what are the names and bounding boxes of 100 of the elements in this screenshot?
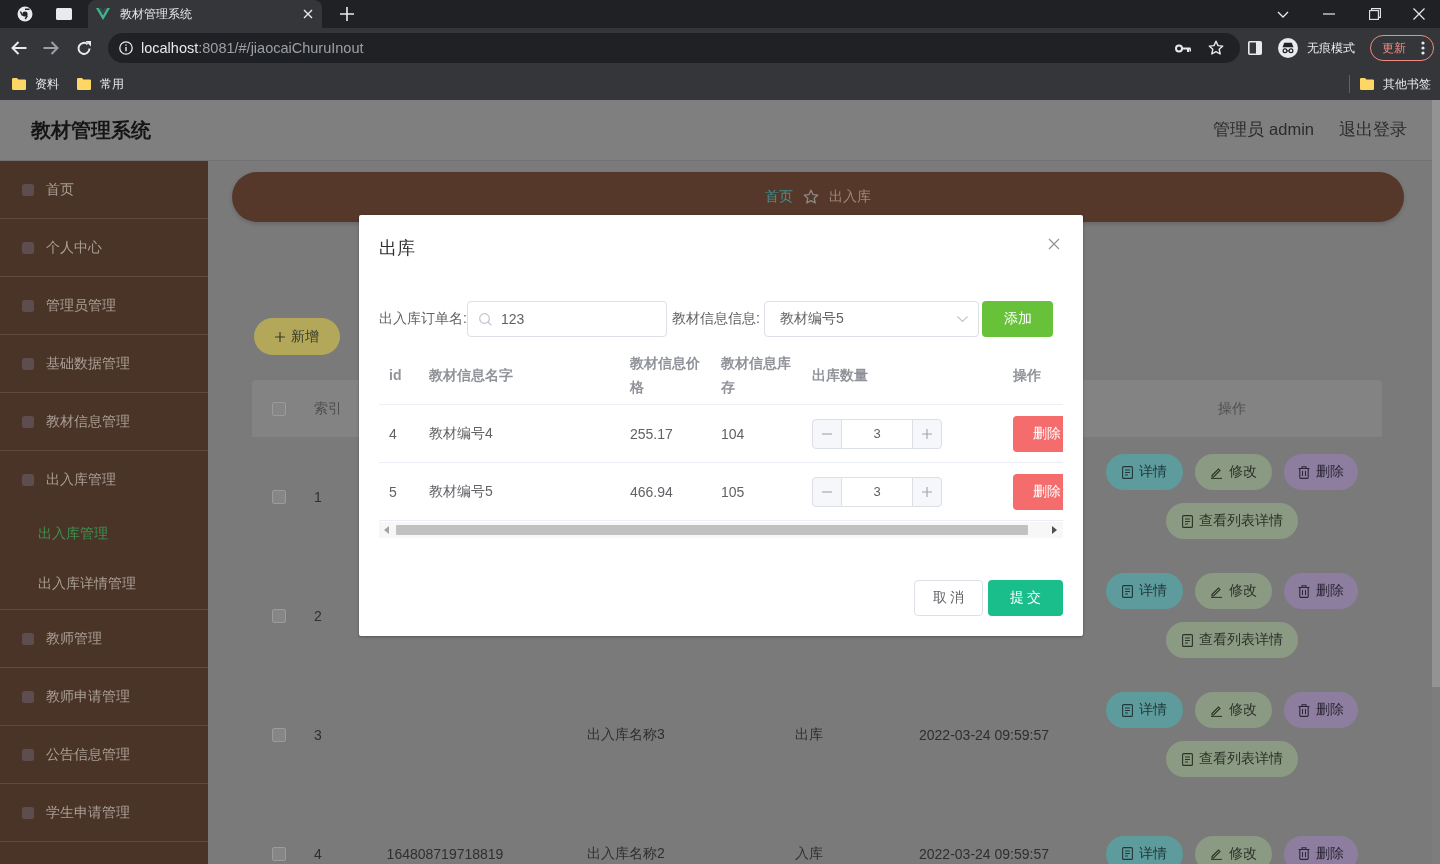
- edit-button[interactable]: 修改: [1195, 692, 1272, 728]
- trash-icon: [1298, 465, 1310, 479]
- details-button[interactable]: 详情: [1106, 692, 1183, 728]
- submit-button[interactable]: 提 交: [988, 580, 1063, 616]
- order-name-field[interactable]: 123: [467, 301, 667, 337]
- reload-icon[interactable]: [76, 40, 92, 56]
- checkbox[interactable]: [272, 608, 286, 623]
- pencil-icon: [1210, 847, 1223, 860]
- square-icon: [22, 806, 34, 819]
- minus-icon: [822, 432, 832, 435]
- document-icon: [1181, 633, 1193, 647]
- submenu-item[interactable]: 出入库详情管理: [0, 559, 208, 609]
- bookmark-folder[interactable]: 常用: [77, 75, 124, 93]
- checkbox[interactable]: [272, 401, 286, 416]
- plus-icon[interactable]: [340, 7, 354, 21]
- v-logo-icon: [96, 8, 110, 20]
- back-arrow-icon[interactable]: [11, 41, 27, 55]
- form-label: 出入库订单名:: [379, 310, 467, 328]
- document-icon: [1181, 514, 1193, 528]
- search-icon: [479, 312, 492, 326]
- table-cell: 出入库名称2: [587, 844, 665, 863]
- table-cell: 466.94: [630, 483, 673, 500]
- side-panel-icon[interactable]: [1248, 41, 1262, 55]
- document-icon: [1181, 752, 1193, 766]
- add-button[interactable]: 新增: [254, 318, 340, 355]
- delete-button[interactable]: 删除: [1284, 692, 1358, 728]
- triangle-left-icon[interactable]: [384, 526, 389, 534]
- square-icon: [22, 748, 34, 761]
- column-heading: 教材信息价格: [630, 353, 701, 397]
- edit-button[interactable]: 修改: [1195, 454, 1272, 490]
- table-cell: 2022-03-24 09:59:57: [919, 726, 1049, 743]
- increment-button[interactable]: [912, 418, 942, 449]
- page-scrollbar[interactable]: [1432, 100, 1440, 864]
- scrollbar-thumb[interactable]: [1432, 100, 1440, 687]
- details-button[interactable]: 详情: [1106, 573, 1183, 609]
- chevron-down-icon[interactable]: [1277, 10, 1289, 18]
- submenu-item[interactable]: 出入库管理: [0, 509, 208, 559]
- bookmark-folder[interactable]: 资料: [12, 75, 59, 93]
- horizontal-scrollbar[interactable]: [379, 522, 1063, 538]
- document-icon: [1122, 847, 1133, 860]
- square-icon: [22, 183, 34, 196]
- column-heading: 操作: [1013, 365, 1041, 385]
- table-cell: 1: [314, 488, 322, 505]
- column-heading: 教材信息库存: [721, 353, 792, 397]
- delete-button[interactable]: 删除: [1284, 573, 1358, 609]
- table-cell: 4: [389, 425, 397, 442]
- table-cell: 3: [314, 726, 322, 743]
- app-title: 教材管理系统: [31, 117, 151, 143]
- cancel-button[interactable]: 取 消: [914, 580, 983, 616]
- browser-tab[interactable]: 教材管理系统: [88, 0, 322, 28]
- key-icon[interactable]: [1175, 43, 1191, 53]
- decrement-button[interactable]: [812, 476, 842, 507]
- address-bar[interactable]: localhost:8081/#/jiaocaiChuruInout: [108, 33, 1240, 63]
- square-icon: [22, 632, 34, 645]
- folder-icon: [77, 78, 91, 90]
- table-cell: 出库: [795, 725, 823, 744]
- circle-icon[interactable]: [17, 6, 33, 22]
- folder-icon: [1360, 78, 1374, 90]
- logout-link[interactable]: 退出登录: [1339, 119, 1407, 141]
- scrollbar-thumb[interactable]: [396, 525, 1028, 535]
- sidebar-item[interactable]: 出入库管理: [0, 451, 208, 509]
- document-icon: [1122, 703, 1133, 717]
- star-icon[interactable]: [1208, 40, 1224, 56]
- trash-icon: [1298, 847, 1310, 860]
- edit-button[interactable]: 修改: [1195, 835, 1272, 864]
- forward-arrow-icon[interactable]: [43, 41, 59, 55]
- increment-button[interactable]: [912, 476, 942, 507]
- delete-button[interactable]: 删除: [1013, 473, 1063, 510]
- details-button[interactable]: 详情: [1106, 835, 1183, 864]
- decrement-button[interactable]: [812, 418, 842, 449]
- table-cell: 教材编号5: [429, 483, 493, 499]
- breadcrumb-link[interactable]: 首页: [765, 188, 793, 206]
- pencil-icon: [1210, 465, 1223, 479]
- delete-button[interactable]: 删除: [1284, 454, 1358, 490]
- checkbox[interactable]: [272, 727, 286, 742]
- list-details-button[interactable]: 查看列表详情: [1166, 503, 1298, 539]
- document-icon: [1122, 465, 1133, 479]
- delete-button[interactable]: 删除: [1284, 835, 1358, 864]
- edit-button[interactable]: 修改: [1195, 573, 1272, 609]
- info-icon[interactable]: [119, 41, 133, 55]
- document-icon: [1122, 584, 1133, 598]
- details-button[interactable]: 详情: [1106, 454, 1183, 490]
- incognito-icon[interactable]: [1278, 38, 1298, 58]
- square-icon: [22, 690, 34, 703]
- material-select[interactable]: 教材编号5: [764, 301, 979, 337]
- url-text: localhost:8081/#/jiaocaiChuruInout: [141, 40, 364, 56]
- delete-button[interactable]: 删除: [1013, 415, 1063, 452]
- list-details-button[interactable]: 查看列表详情: [1166, 741, 1298, 777]
- checkbox[interactable]: [272, 489, 286, 504]
- column-heading: id: [389, 365, 402, 385]
- pencil-icon: [1210, 703, 1223, 717]
- minus-icon: [822, 490, 832, 493]
- table-cell: 104: [721, 425, 745, 442]
- bookmark-folder[interactable]: 其他书签: [1360, 75, 1431, 93]
- checkbox[interactable]: [272, 846, 286, 861]
- restore-icon[interactable]: [1369, 8, 1381, 20]
- triangle-right-icon[interactable]: [1052, 526, 1057, 534]
- chevron-down-icon: [957, 316, 968, 322]
- list-details-button[interactable]: 查看列表详情: [1166, 622, 1298, 658]
- plus-icon: [922, 486, 932, 497]
